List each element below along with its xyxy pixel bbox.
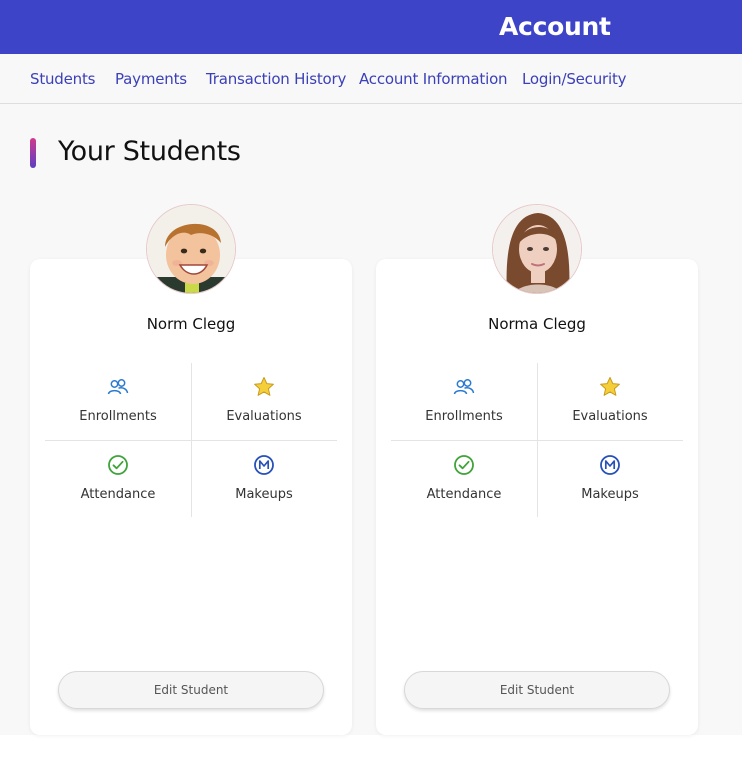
makeups-label: Makeups [581,487,639,502]
evaluations-label: Evaluations [226,409,302,424]
nav-link-transaction-history[interactable]: Transaction History [206,70,346,88]
edit-student-button[interactable]: Edit Student [404,671,670,709]
heading-accent-bar [30,138,36,168]
boy-photo-icon [147,205,235,293]
makeups-label: Makeups [235,487,293,502]
student-name: Norm Clegg [146,315,236,333]
checkmark-circle-icon [108,455,128,475]
star-icon [254,377,274,396]
evaluations-button[interactable]: Evaluations [537,363,683,440]
student-name: Norma Clegg [488,315,586,333]
top-header-bar: Account [0,0,742,54]
student-actions-grid: Enrollments Evaluations Attendance Makeu… [45,363,337,517]
student-card: Norm Clegg Enrollments Evaluations Atten… [30,259,352,735]
enrollments-label: Enrollments [79,409,157,424]
checkmark-circle-icon [454,455,474,475]
enrollments-button[interactable]: Enrollments [45,363,191,440]
m-circle-icon [600,455,620,475]
header-title: Account [499,12,611,41]
account-subnav: Students Payments Transaction History Ac… [0,54,742,104]
girl-photo-icon [493,205,581,293]
enrollments-label: Enrollments [425,409,503,424]
edit-student-button[interactable]: Edit Student [58,671,324,709]
star-icon [600,377,620,396]
m-circle-icon [254,455,274,475]
nav-link-payments[interactable]: Payments [115,70,187,88]
makeups-button[interactable]: Makeups [537,441,683,518]
nav-link-account-information[interactable]: Account Information [359,70,508,88]
nav-link-login-security[interactable]: Login/Security [522,70,627,88]
attendance-label: Attendance [80,487,156,502]
enrollments-button[interactable]: Enrollments [391,363,537,440]
people-icon [107,379,129,395]
attendance-button[interactable]: Attendance [391,441,537,518]
attendance-label: Attendance [426,487,502,502]
evaluations-button[interactable]: Evaluations [191,363,337,440]
page-heading: Your Students [58,136,241,167]
people-icon [453,379,475,395]
makeups-button[interactable]: Makeups [191,441,337,518]
evaluations-label: Evaluations [572,409,648,424]
attendance-button[interactable]: Attendance [45,441,191,518]
nav-link-students[interactable]: Students [30,70,95,88]
student-actions-grid: Enrollments Evaluations Attendance Makeu… [391,363,683,517]
student-avatar[interactable] [492,204,582,294]
student-avatar[interactable] [146,204,236,294]
student-card: Norma Clegg Enrollments Evaluations Atte… [376,259,698,735]
